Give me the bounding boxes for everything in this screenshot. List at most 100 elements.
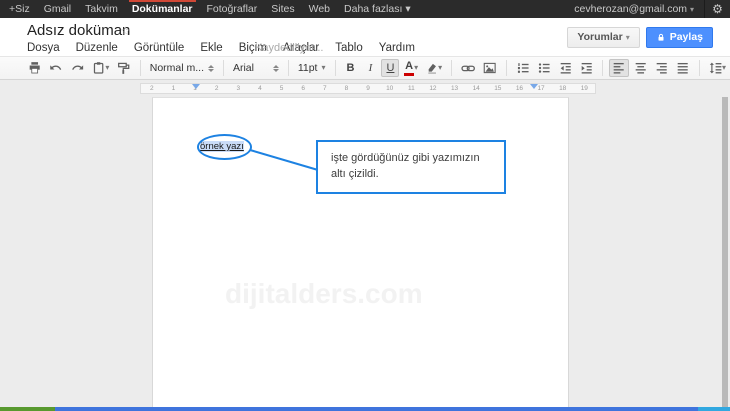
text-color-letter: A — [405, 61, 413, 72]
line-spacing-icon — [709, 61, 722, 75]
text-color-icon: A — [404, 61, 414, 76]
align-left-button[interactable] — [609, 59, 628, 77]
ruler-number: 4 — [249, 84, 271, 93]
menu-item[interactable]: Tablo — [335, 42, 363, 54]
settings-gear-button[interactable]: ⚙ — [704, 0, 730, 18]
undo-button[interactable] — [46, 59, 65, 77]
printer-icon — [28, 61, 41, 75]
font-size-value: 11pt — [298, 62, 318, 74]
line-spacing-button[interactable]: ▾ — [706, 59, 729, 77]
caret-down-icon: ▾ — [321, 64, 325, 72]
caret-down-icon: ▾ — [690, 5, 694, 14]
menu-item[interactable]: Ekle — [200, 42, 222, 54]
highlight-color-button[interactable]: ▾ — [423, 59, 445, 77]
google-docs-window: +SizGmailTakvimDokümanlarFotoğraflarSite… — [0, 0, 730, 411]
ruler-number: 14 — [465, 84, 487, 93]
clipboard-icon — [92, 61, 105, 75]
caret-down-icon: ▾ — [626, 33, 630, 42]
ruler-number: 7 — [314, 84, 336, 93]
align-center-button[interactable] — [631, 59, 650, 77]
updown-icon — [208, 65, 214, 72]
header-buttons: Yorumlar▾ Paylaş — [567, 27, 713, 48]
font-size-dropdown[interactable]: 11pt ▾ — [294, 59, 330, 77]
link-icon — [461, 61, 475, 75]
redo-button[interactable] — [68, 59, 87, 77]
progress-segment-green — [0, 407, 55, 411]
align-justify-icon — [676, 61, 689, 75]
toolbar-separator — [602, 60, 603, 76]
star-icon[interactable]: ☆ — [120, 24, 131, 38]
ruler-number: 19 — [574, 84, 596, 93]
underline-label: U — [386, 63, 394, 74]
bottom-progress-bar — [0, 407, 730, 411]
progress-segment-lightblue — [698, 407, 730, 411]
ruler-number: 16 — [509, 84, 531, 93]
vertical-scrollbar — [720, 97, 730, 407]
ruler-number: 9 — [357, 84, 379, 93]
menu-item[interactable]: Düzenle — [76, 42, 118, 54]
toolbar-separator — [506, 60, 507, 76]
ruler-number: 2 — [206, 84, 228, 93]
ruler-number: 8 — [336, 84, 358, 93]
italic-button[interactable]: I — [361, 59, 379, 77]
right-indent-marker[interactable] — [530, 84, 538, 89]
scrollbar-thumb[interactable] — [722, 97, 728, 407]
topbar-item[interactable]: Dokümanlar — [125, 0, 200, 18]
document-page[interactable]: örnek yazı işte gördüğünüz gibi yazımızı… — [152, 97, 569, 407]
menu-bar: DosyaDüzenleGörüntüleEkleBiçimAraçlarTab… — [27, 42, 415, 54]
menu-item[interactable]: Dosya — [27, 42, 60, 54]
gear-icon: ⚙ — [712, 2, 723, 16]
numbered-list-button[interactable] — [513, 59, 532, 77]
caret-down-icon: ▾ — [722, 64, 726, 72]
ruler-number: 5 — [271, 84, 293, 93]
ruler: 2112345678910111213141516171819 — [0, 80, 730, 97]
comments-button[interactable]: Yorumlar▾ — [567, 27, 639, 48]
insert-image-button[interactable] — [480, 59, 499, 77]
font-dropdown[interactable]: Arial — [229, 59, 283, 77]
styles-dropdown[interactable]: Normal m... — [146, 59, 218, 77]
align-right-button[interactable] — [652, 59, 671, 77]
google-bar-nav: +SizGmailTakvimDokümanlarFotoğraflarSite… — [0, 0, 418, 18]
text-color-button[interactable]: A ▾ — [401, 59, 420, 77]
paint-roller-icon — [117, 61, 130, 75]
left-indent-marker[interactable] — [192, 84, 200, 89]
menu-item[interactable]: Görüntüle — [134, 42, 185, 54]
image-icon — [483, 61, 496, 75]
decrease-indent-button[interactable] — [556, 59, 575, 77]
caret-down-icon: ▾ — [105, 64, 109, 72]
watermark-text: dijitalders.com — [225, 278, 423, 310]
caret-down-icon: ▾ — [414, 64, 418, 72]
topbar-item[interactable]: Sites — [264, 0, 301, 18]
align-center-icon — [634, 61, 647, 75]
italic-label: I — [369, 63, 373, 74]
topbar-item[interactable]: Fotoğraflar — [200, 0, 265, 18]
bulleted-list-icon — [537, 61, 550, 75]
menu-item[interactable]: Yardım — [379, 42, 415, 54]
ruler-number: 1 — [163, 84, 185, 93]
web-clipboard-button[interactable]: ▾ — [89, 59, 112, 77]
paint-format-button[interactable] — [114, 59, 133, 77]
align-left-icon — [612, 61, 625, 75]
share-button[interactable]: Paylaş — [646, 27, 713, 48]
save-status: Kaydediliyor... — [255, 42, 323, 54]
topbar-item[interactable]: Takvim — [78, 0, 125, 18]
topbar-item[interactable]: +Siz — [2, 0, 37, 18]
topbar-item[interactable]: Web — [302, 0, 337, 18]
ruler-strip: 2112345678910111213141516171819 — [140, 83, 596, 94]
progress-segment-blue — [55, 407, 698, 411]
account-menu[interactable]: cevherozan@gmail.com ▾ — [564, 0, 704, 18]
print-button[interactable] — [25, 59, 44, 77]
insert-link-button[interactable] — [458, 59, 478, 77]
styles-dropdown-value: Normal m... — [150, 62, 204, 74]
bulleted-list-button[interactable] — [534, 59, 553, 77]
annotation-callout: işte gördüğünüz gibi yazımızın altı çizi… — [316, 140, 506, 194]
document-title[interactable]: Adsız doküman — [27, 22, 130, 39]
align-justify-button[interactable] — [673, 59, 692, 77]
underline-button[interactable]: U — [381, 59, 399, 77]
increase-indent-button[interactable] — [577, 59, 596, 77]
topbar-item[interactable]: Daha fazlası ▾ — [337, 0, 418, 18]
topbar-item[interactable]: Gmail — [37, 0, 78, 18]
ruler-number: 12 — [422, 84, 444, 93]
bold-button[interactable]: B — [341, 59, 359, 77]
annotation-ellipse — [197, 134, 252, 160]
